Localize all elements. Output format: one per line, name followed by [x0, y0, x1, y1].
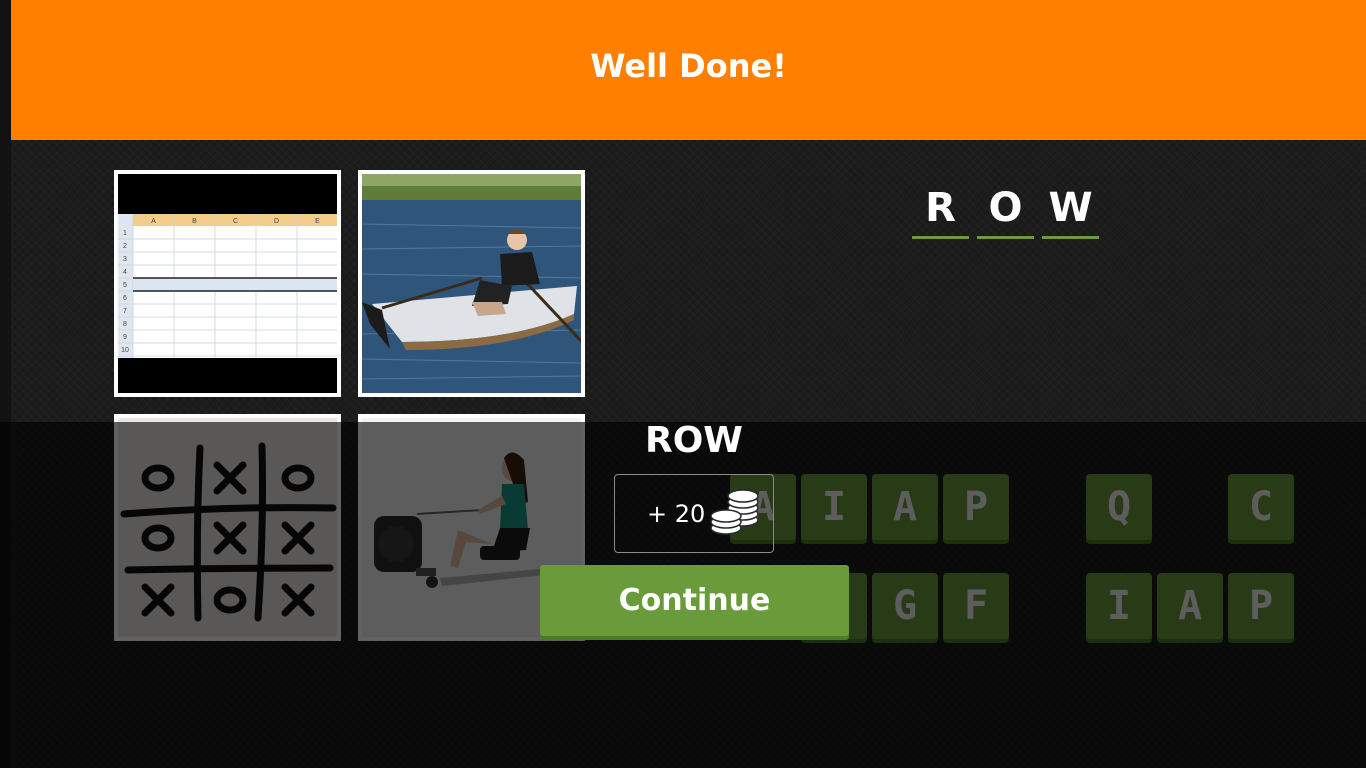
spreadsheet-column-label: C — [233, 218, 238, 225]
answer-slot: O — [977, 184, 1034, 239]
picture-rowing-boat[interactable] — [358, 170, 585, 397]
spreadsheet-column-label: A — [151, 218, 156, 225]
answer-letter: O — [988, 185, 1023, 231]
coins-icon — [709, 486, 761, 542]
answer-slot: W — [1042, 184, 1099, 239]
reward-amount: + 20 — [647, 499, 706, 528]
banner-title: Well Done! — [590, 47, 787, 85]
answer-slot: R — [912, 184, 969, 239]
answer-underline — [977, 236, 1034, 239]
answer-slots: R O W — [912, 184, 1099, 239]
spreadsheet-row-label: 9 — [123, 334, 127, 341]
spreadsheet-row-label: 7 — [123, 308, 127, 315]
spreadsheet-row-label: 3 — [123, 256, 127, 263]
answer-underline — [1042, 236, 1099, 239]
coin-reward-box: + 20 — [614, 474, 774, 553]
answer-underline — [912, 236, 969, 239]
spreadsheet-row-label: 1 — [123, 230, 127, 237]
spreadsheet-row-label: 6 — [123, 295, 127, 302]
rowing-boat-image — [362, 174, 581, 393]
answer-letter: R — [925, 185, 956, 231]
spreadsheet-row-label: 10 — [121, 347, 129, 354]
spreadsheet-column-label: E — [315, 218, 320, 225]
solved-word: ROW — [644, 420, 744, 461]
picture-spreadsheet[interactable]: A B C D E 1 2 3 4 5 6 7 8 9 10 — [114, 170, 341, 397]
well-done-banner: Well Done! — [11, 0, 1366, 140]
spreadsheet-column-label: D — [274, 218, 279, 225]
spreadsheet-image: A B C D E 1 2 3 4 5 6 7 8 9 10 — [118, 174, 337, 393]
continue-button[interactable]: Continue — [540, 565, 849, 636]
spreadsheet-row-label: 4 — [123, 269, 127, 276]
spreadsheet-row-label: 2 — [123, 243, 127, 250]
answer-letter: W — [1048, 185, 1093, 231]
spreadsheet-row-label: 5 — [123, 282, 127, 289]
spreadsheet-column-label: B — [192, 218, 197, 225]
spreadsheet-row-label: 8 — [123, 321, 127, 328]
